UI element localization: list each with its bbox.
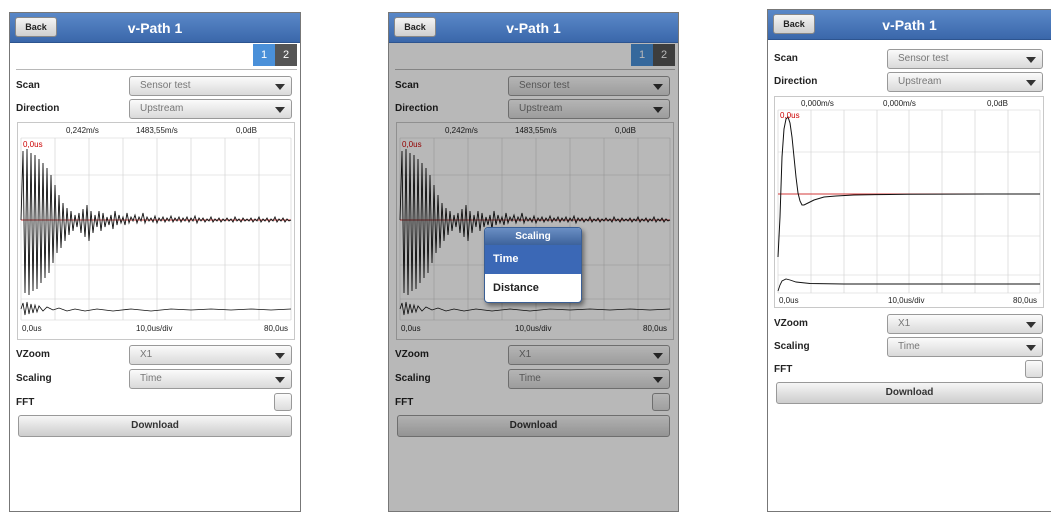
marker-value: 0,0us <box>23 140 43 149</box>
x-end-label: 80,0us <box>1013 296 1037 305</box>
vzoom-select[interactable]: X1 <box>129 345 292 365</box>
fft-row: FFT <box>774 360 1043 380</box>
fft-checkbox[interactable] <box>1025 360 1043 378</box>
direction-select[interactable]: Upstream <box>887 72 1043 92</box>
chevron-down-icon <box>275 377 285 383</box>
back-button[interactable]: Back <box>773 14 815 34</box>
direction-label: Direction <box>774 76 818 87</box>
back-button[interactable]: Back <box>15 17 57 37</box>
header-bar: Back v-Path 1 <box>768 10 1051 40</box>
scaling-value: Time <box>898 341 920 352</box>
download-button[interactable]: Download <box>776 382 1043 404</box>
fft-label: FFT <box>16 397 35 408</box>
scan-select[interactable]: Sensor test <box>887 49 1043 69</box>
direction-select[interactable]: Upstream <box>129 99 292 119</box>
envelope-line <box>20 301 292 316</box>
phone-screen-1: Back v-Path 1 1 2 Scan Sensor test Direc… <box>9 12 301 512</box>
sound-speed-value: 1483,55m/s <box>136 126 178 135</box>
scan-label: Scan <box>774 53 798 64</box>
marker-value: 0,0us <box>780 111 800 120</box>
fft-checkbox[interactable] <box>274 393 292 411</box>
scan-value: Sensor test <box>140 80 191 91</box>
back-button[interactable]: Back <box>394 17 436 37</box>
direction-label: Direction <box>16 103 60 114</box>
x-end-label: 80,0us <box>264 324 288 333</box>
chevron-down-icon <box>1026 57 1036 63</box>
chevron-down-icon <box>275 107 285 113</box>
vzoom-row: VZoom X1 <box>774 314 1043 334</box>
vzoom-select[interactable]: X1 <box>887 314 1043 334</box>
vzoom-value: X1 <box>140 349 153 360</box>
fft-row: FFT <box>16 393 292 413</box>
scan-row: Scan Sensor test <box>16 76 292 96</box>
chevron-down-icon <box>275 353 285 359</box>
popup-title: Scaling <box>485 228 581 245</box>
direction-row: Direction Upstream <box>16 99 292 119</box>
scan-select[interactable]: Sensor test <box>129 76 292 96</box>
header-bar: Back v-Path 1 <box>389 13 678 43</box>
signal-chart[interactable]: 0,242m/s 1483,55m/s 0,0dB 0,0us 0,0us 10… <box>17 122 295 340</box>
page-tabs: 1 2 <box>253 44 297 66</box>
tab-1[interactable]: 1 <box>253 44 275 66</box>
scaling-row: Scaling Time <box>774 337 1043 357</box>
scan-row: Scan Sensor test <box>774 49 1043 69</box>
tab-2[interactable]: 2 <box>275 44 297 66</box>
x-div-label: 10,0us/div <box>888 296 924 305</box>
scaling-select[interactable]: Time <box>887 337 1043 357</box>
divider <box>16 69 297 70</box>
scan-value: Sensor test <box>898 53 949 64</box>
waveform-line <box>20 148 292 296</box>
scan-label: Scan <box>16 80 40 91</box>
vzoom-label: VZoom <box>16 349 50 360</box>
fft-label: FFT <box>774 364 793 375</box>
gain-value: 0,0dB <box>987 99 1008 108</box>
page-title: v-Path 1 <box>882 17 937 33</box>
phone-screen-2: Back v-Path 1 1 2 Scan Sensor test Direc… <box>388 12 679 512</box>
gain-value: 0,0dB <box>236 126 257 135</box>
page-title: v-Path 1 <box>506 20 561 36</box>
direction-value: Upstream <box>140 103 184 114</box>
speed-value: 0,242m/s <box>66 126 99 135</box>
scaling-label: Scaling <box>16 373 52 384</box>
signal-chart-svg: 0,242m/s 1483,55m/s 0,0dB 0,0us 0,0us 10… <box>20 126 292 333</box>
popup-option-time[interactable]: Time <box>485 245 581 274</box>
chevron-down-icon <box>1026 322 1036 328</box>
popup-option-distance[interactable]: Distance <box>485 274 581 302</box>
vzoom-label: VZoom <box>774 318 808 329</box>
signal-chart-svg: 0,000m/s 0,000m/s 0,0dB 0,0us 0,0us 10,0… <box>777 99 1041 305</box>
vzoom-value: X1 <box>898 318 911 329</box>
phone-screen-3: Back v-Path 1 Scan Sensor test Direction… <box>767 9 1051 512</box>
page-title: v-Path 1 <box>127 20 183 36</box>
header-bar: Back v-Path 1 <box>10 13 300 43</box>
chevron-down-icon <box>275 84 285 90</box>
scaling-row: Scaling Time <box>16 369 292 389</box>
vzoom-row: VZoom X1 <box>16 345 292 365</box>
direction-value: Upstream <box>898 76 942 87</box>
direction-row: Direction Upstream <box>774 72 1043 92</box>
download-button[interactable]: Download <box>18 415 292 437</box>
x-start-label: 0,0us <box>779 296 799 305</box>
chevron-down-icon <box>1026 80 1036 86</box>
chevron-down-icon <box>1026 345 1036 351</box>
x-div-label: 10,0us/div <box>136 324 172 333</box>
scaling-select[interactable]: Time <box>129 369 292 389</box>
signal-chart[interactable]: 0,000m/s 0,000m/s 0,0dB 0,0us 0,0us 10,0… <box>774 96 1044 308</box>
scaling-label: Scaling <box>774 341 810 352</box>
scaling-value: Time <box>140 373 162 384</box>
scaling-popup: Scaling Time Distance <box>484 227 582 303</box>
sound-speed-value: 0,000m/s <box>883 99 916 108</box>
speed-value: 0,000m/s <box>801 99 834 108</box>
x-start-label: 0,0us <box>22 324 42 333</box>
